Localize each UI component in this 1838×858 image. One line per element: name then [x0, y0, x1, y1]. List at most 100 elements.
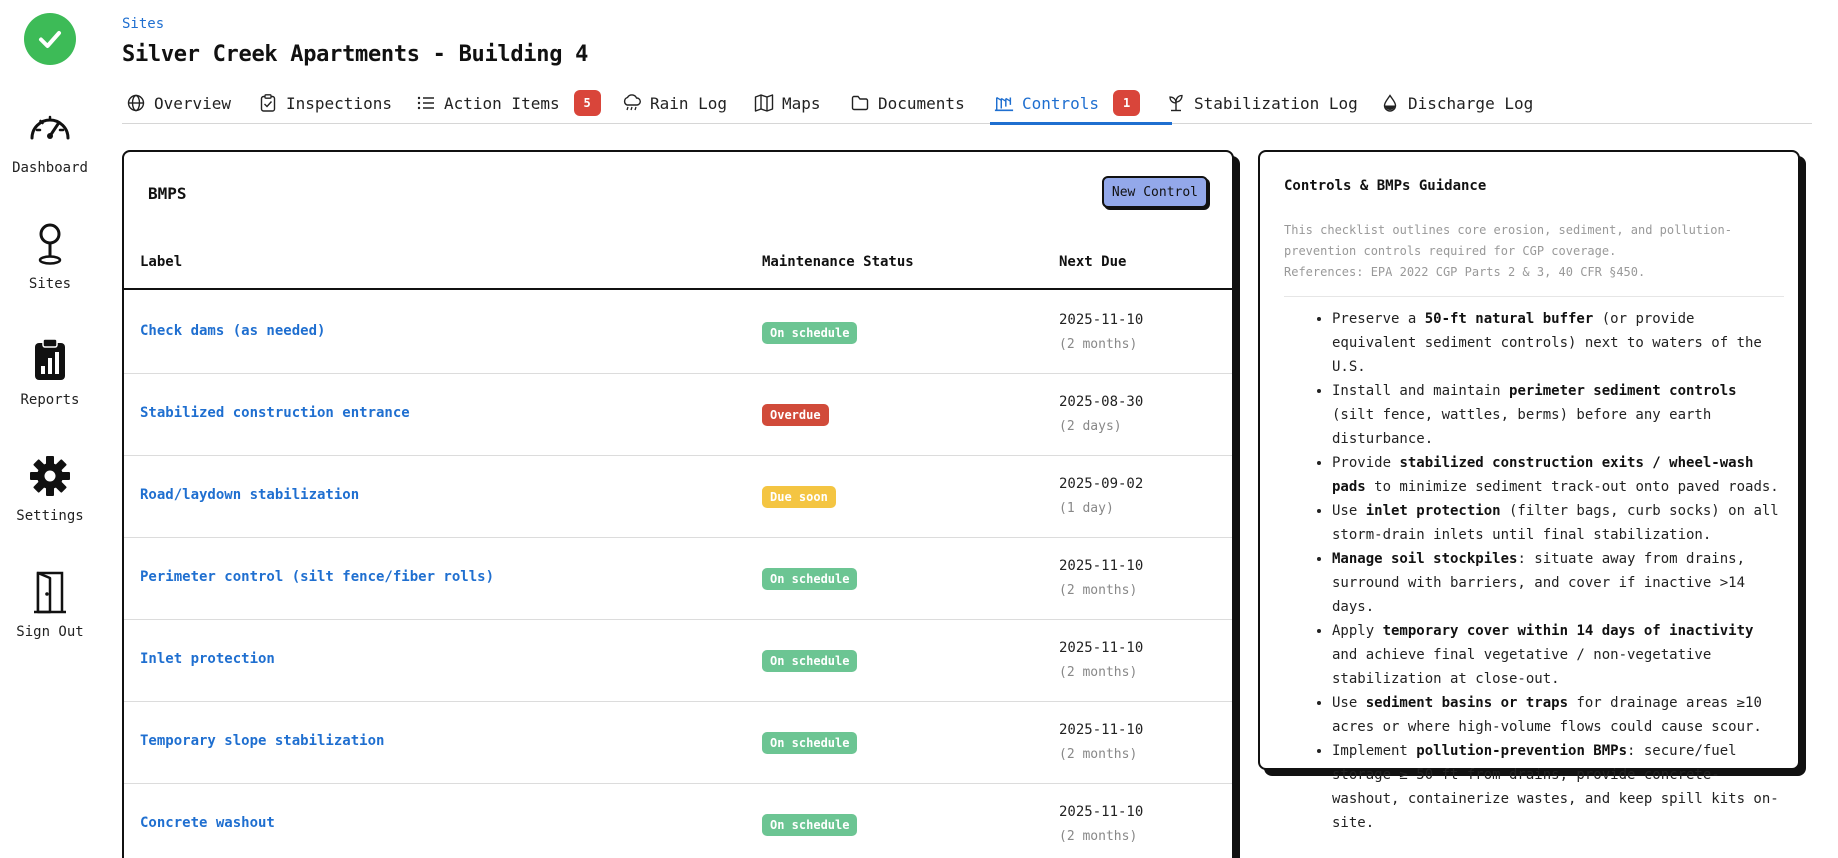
fence-icon	[994, 93, 1014, 113]
next-due-date: 2025-11-10	[1059, 722, 1144, 738]
nav-label: Sites	[28, 276, 72, 292]
column-header-maintenance-status[interactable]: Maintenance Status	[762, 254, 914, 270]
sidebar: Dashboard Sites Reports Settings Sign Ou…	[0, 0, 100, 858]
table-header: Label Maintenance Status Next Due	[124, 238, 1232, 290]
breadcrumb-sites[interactable]: Sites	[122, 16, 164, 32]
folder-icon	[850, 93, 870, 113]
table-row[interactable]: Temporary slope stabilization On schedule…	[124, 702, 1232, 784]
droplet-icon	[1380, 93, 1400, 113]
nav-label: Reports	[20, 392, 80, 408]
guidance-item-text: Use	[1332, 695, 1366, 711]
nav-settings[interactable]: Settings	[0, 452, 100, 524]
tab-label: Rain Log	[650, 93, 728, 113]
status-badge: Due soon	[762, 486, 836, 508]
status-badge: On schedule	[762, 322, 858, 344]
next-due-relative: (1 day)	[1059, 501, 1114, 516]
guidance-title: Controls & BMPs Guidance	[1284, 178, 1487, 194]
next-due-relative: (2 months)	[1059, 665, 1138, 680]
table-row[interactable]: Inlet protection On schedule 2025-11-10 (2 …	[124, 620, 1232, 702]
guidance-item-emphasis: 50-ft natural buffer	[1424, 311, 1594, 327]
tab-inspections[interactable]: Inspections	[258, 82, 392, 124]
tab-bar: Overview Inspections Action Items 5 Rain…	[122, 82, 1812, 125]
guidance-item: Preserve a 50-ft natural buffer (or prov…	[1332, 307, 1784, 379]
nav-dashboard[interactable]: Dashboard	[0, 104, 100, 176]
controls-badge: 1	[1113, 90, 1141, 116]
guidance-item-emphasis: pollution-prevention BMPs	[1416, 743, 1628, 759]
column-header-label[interactable]: Label	[140, 254, 182, 270]
nav-reports[interactable]: Reports	[0, 336, 100, 408]
table-row[interactable]: Stabilized construction entrance Overdue 2…	[124, 374, 1232, 456]
control-label-link[interactable]: Inlet protection	[140, 651, 275, 667]
action-items-badge: 5	[573, 90, 601, 116]
tab-label: Discharge Log	[1408, 93, 1534, 113]
guidance-item: Use sediment basins or traps for drainag…	[1332, 691, 1784, 739]
tab-label: Controls	[1022, 93, 1100, 113]
logo-check-icon[interactable]	[24, 13, 76, 65]
tab-overview[interactable]: Overview	[126, 82, 231, 124]
nav-sites[interactable]: Sites	[0, 220, 100, 292]
tab-label: Action Items	[444, 93, 560, 113]
guidance-list: Preserve a 50-ft natural buffer (or prov…	[1284, 296, 1784, 835]
guidance-item-text: Apply	[1332, 623, 1383, 639]
sprout-icon	[1166, 93, 1186, 113]
rain-cloud-icon	[622, 93, 642, 113]
guidance-item-text: Provide	[1332, 455, 1400, 471]
next-due-relative: (2 months)	[1059, 337, 1138, 352]
guidance-item-text: Implement	[1332, 743, 1417, 759]
next-due-relative: (2 months)	[1059, 829, 1138, 844]
control-label-link[interactable]: Perimeter control (silt fence/fiber roll…	[140, 569, 494, 585]
nav-label: Dashboard	[12, 160, 88, 176]
table-row[interactable]: Concrete washout On schedule 2025-11-10 (2 …	[124, 784, 1232, 858]
tab-controls[interactable]: Controls 1	[989, 82, 1173, 125]
guidance-item-text: Preserve a	[1332, 311, 1425, 327]
tab-discharge-log[interactable]: Discharge Log	[1380, 82, 1533, 124]
guidance-item-text: and achieve final vegetative / non-veget…	[1332, 647, 1712, 687]
control-label-link[interactable]: Concrete washout	[140, 815, 275, 831]
guidance-item: Apply temporary cover within 14 days of …	[1332, 619, 1784, 691]
table-row[interactable]: Perimeter control (silt fence/fiber roll…	[124, 538, 1232, 620]
nav-label: Sign Out	[16, 624, 84, 640]
new-control-button[interactable]: New Control	[1101, 176, 1208, 208]
control-label-link[interactable]: Stabilized construction entrance	[140, 405, 410, 421]
status-badge: On schedule	[762, 814, 858, 836]
tab-maps[interactable]: Maps	[754, 82, 821, 124]
door-icon	[26, 568, 74, 616]
guidance-item-emphasis: temporary cover within 14 days of inacti…	[1382, 623, 1754, 639]
tab-rain-log[interactable]: Rain Log	[622, 82, 727, 124]
control-label-link[interactable]: Temporary slope stabilization	[140, 733, 384, 749]
tab-action-items[interactable]: Action Items 5	[416, 82, 601, 124]
next-due-date: 2025-11-10	[1059, 312, 1144, 328]
guidance-item: Manage soil stockpiles: situate away fro…	[1332, 547, 1784, 619]
map-pin-icon	[26, 220, 74, 268]
guidance-intro: This checklist outlines core erosion, se…	[1284, 220, 1784, 283]
map-icon	[754, 93, 774, 113]
guidance-item-text: Use	[1332, 503, 1366, 519]
guidance-item: Implement pollution-prevention BMPs: sec…	[1332, 739, 1784, 835]
clipboard-check-icon	[258, 93, 278, 113]
status-badge: On schedule	[762, 650, 858, 672]
tab-label: Overview	[154, 93, 232, 113]
guidance-item: Provide stabilized construction exits / …	[1332, 451, 1784, 499]
tab-documents[interactable]: Documents	[850, 82, 965, 124]
guidance-intro-text: This checklist outlines core erosion, se…	[1284, 223, 1732, 258]
bmps-title: BMPS	[148, 184, 187, 203]
column-header-next-due[interactable]: Next Due	[1059, 254, 1126, 270]
guidance-item-text: Install and maintain	[1332, 383, 1510, 399]
tab-label: Documents	[878, 93, 965, 113]
control-label-link[interactable]: Road/laydown stabilization	[140, 487, 359, 503]
dashboard-gauge-icon	[26, 104, 74, 152]
next-due-date: 2025-11-10	[1059, 558, 1144, 574]
next-due-date: 2025-08-30	[1059, 394, 1144, 410]
guidance-card: Controls & BMPs Guidance This checklist …	[1258, 150, 1800, 831]
tab-stabilization-log[interactable]: Stabilization Log	[1166, 82, 1358, 124]
bmps-card: BMPS New Control Label Maintenance Statu…	[122, 150, 1234, 858]
guidance-item: Use inlet protection (filter bags, curb …	[1332, 499, 1784, 547]
clipboard-chart-icon	[26, 336, 74, 384]
table-row[interactable]: Road/laydown stabilization Due soon 2025-0…	[124, 456, 1232, 538]
nav-sign-out[interactable]: Sign Out	[0, 568, 100, 640]
guidance-references: References: EPA 2022 CGP Parts 2 & 3, 40…	[1284, 265, 1646, 279]
gear-icon	[26, 452, 74, 500]
table-row[interactable]: Check dams (as needed) On schedule 2025-11…	[124, 292, 1232, 374]
control-label-link[interactable]: Check dams (as needed)	[140, 323, 325, 339]
guidance-item-emphasis: inlet protection	[1365, 503, 1501, 519]
